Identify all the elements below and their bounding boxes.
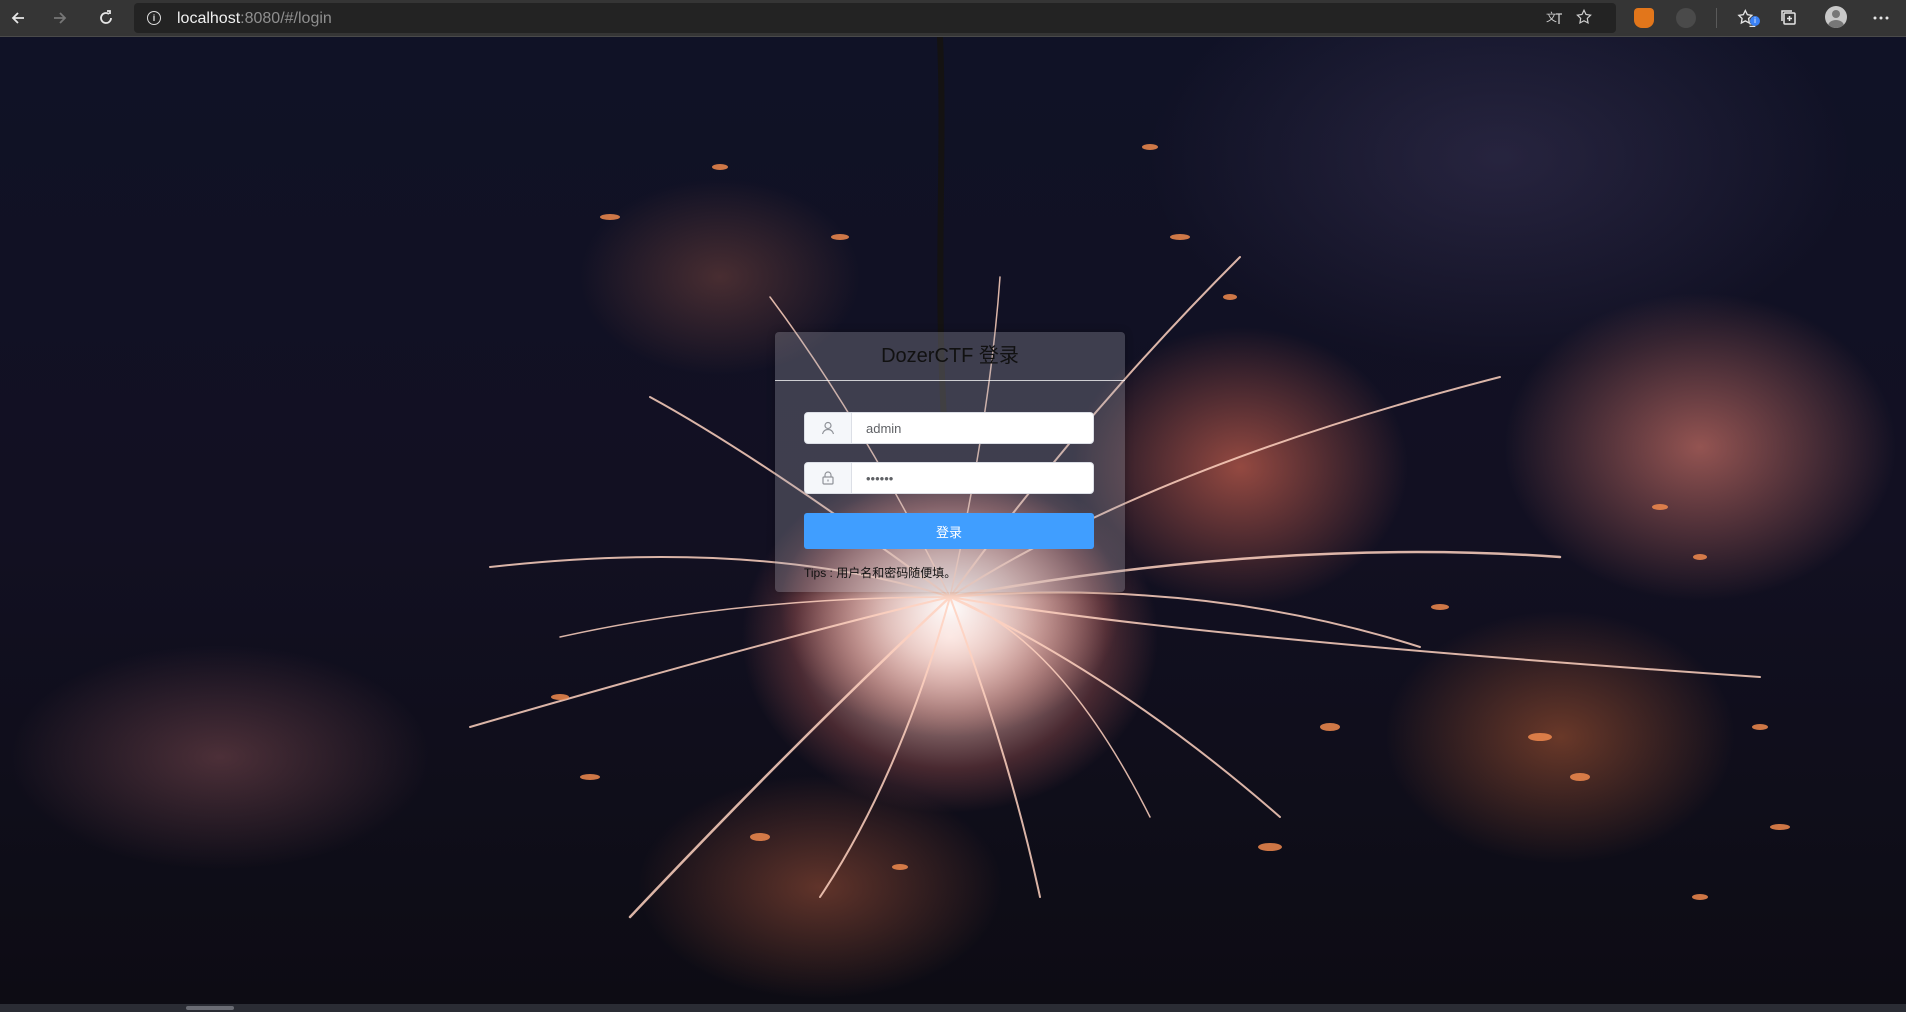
password-field[interactable] xyxy=(804,462,1094,494)
star-icon[interactable] xyxy=(1575,8,1593,31)
favorites-badge: i xyxy=(1750,16,1760,26)
login-tips: Tips : 用户名和密码随便填。 xyxy=(804,566,957,580)
login-card: DozerCTF 登录 登录 Tips : 用户名和密码随便填。 xyxy=(775,332,1125,592)
address-bar[interactable]: i localhost:8080/#/login 文 xyxy=(134,3,1616,33)
forward-button[interactable] xyxy=(46,5,74,31)
back-button[interactable] xyxy=(4,5,32,31)
translate-icon[interactable]: 文 xyxy=(1545,8,1563,31)
collections-icon xyxy=(1781,10,1796,25)
url-path: :8080/#/login xyxy=(240,10,332,27)
scrollbar-thumb[interactable] xyxy=(186,1006,234,1010)
arrow-right-icon xyxy=(54,12,67,24)
password-input[interactable] xyxy=(852,463,1093,493)
arrow-left-icon xyxy=(11,12,24,24)
username-input[interactable] xyxy=(852,413,1093,443)
metamask-fox-icon[interactable] xyxy=(1634,8,1654,28)
info-icon[interactable]: i xyxy=(147,11,161,25)
extension-icon[interactable] xyxy=(1676,8,1696,28)
refresh-icon xyxy=(100,10,112,24)
more-menu-icon[interactable] xyxy=(1867,5,1895,31)
url-host: localhost xyxy=(177,10,241,27)
browser-toolbar: i localhost:8080/#/login 文 i xyxy=(0,0,1906,37)
user-icon xyxy=(805,413,852,443)
refresh-button[interactable] xyxy=(92,5,120,31)
collections-button[interactable] xyxy=(1775,5,1803,31)
login-button[interactable]: 登录 xyxy=(804,513,1094,549)
horizontal-scrollbar[interactable] xyxy=(0,1004,1906,1012)
profile-avatar-icon[interactable] xyxy=(1825,6,1847,28)
username-field[interactable] xyxy=(804,412,1094,444)
login-title: DozerCTF 登录 xyxy=(775,332,1125,381)
url-text[interactable]: localhost:8080/#/login xyxy=(177,10,332,28)
svg-text:文: 文 xyxy=(1546,10,1557,24)
toolbar-divider xyxy=(1716,8,1717,28)
lock-icon xyxy=(805,463,852,493)
